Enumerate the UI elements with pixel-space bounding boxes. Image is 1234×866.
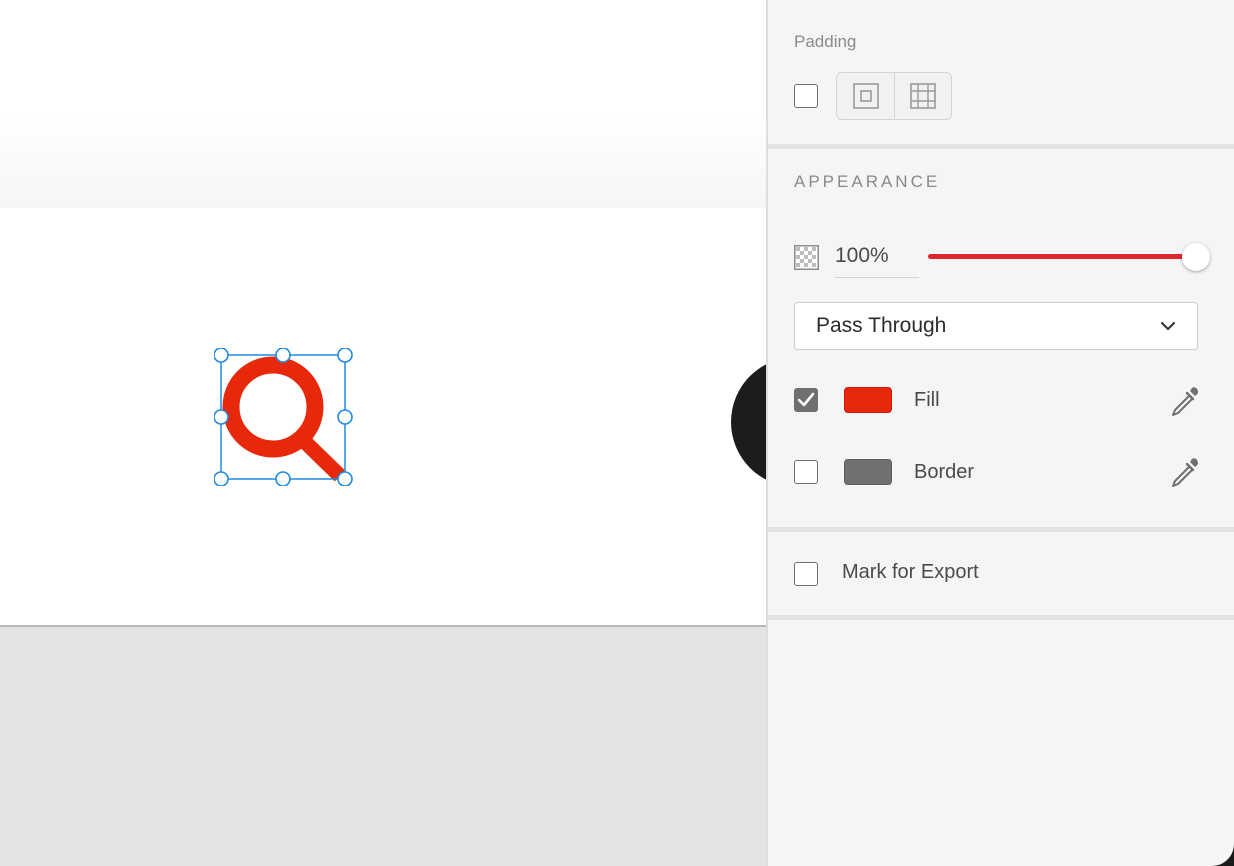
chevron-down-icon <box>1160 321 1176 331</box>
opacity-slider-thumb[interactable] <box>1182 243 1210 271</box>
design-canvas[interactable] <box>0 0 766 866</box>
section-divider <box>768 144 1234 149</box>
opacity-slider[interactable] <box>928 240 1212 274</box>
app-window: Padding APPEARANCE 100% Pass Through Fil… <box>0 0 1234 866</box>
fill-checkbox[interactable] <box>794 388 818 412</box>
resize-handle-top-right <box>337 348 353 363</box>
resize-handle-left <box>214 409 229 425</box>
fill-color-swatch[interactable] <box>844 387 892 413</box>
padding-uniform-icon <box>852 82 879 109</box>
property-inspector: Padding APPEARANCE 100% Pass Through Fil… <box>766 0 1234 866</box>
border-color-swatch[interactable] <box>844 459 892 485</box>
opacity-input[interactable]: 100% <box>835 242 919 278</box>
section-divider <box>768 527 1234 532</box>
opacity-slider-track <box>928 254 1194 259</box>
artboard[interactable] <box>0 208 766 627</box>
resize-handle-right <box>337 409 353 425</box>
resize-handle-top-left <box>214 348 229 363</box>
eyedropper-icon[interactable] <box>1168 455 1202 489</box>
border-label: Border <box>914 461 975 483</box>
padding-mode-toggle <box>836 72 952 120</box>
section-divider <box>768 615 1234 620</box>
resize-handle-bottom-right <box>337 471 353 486</box>
eyedropper-icon[interactable] <box>1168 384 1202 418</box>
selected-magnifier-layer[interactable] <box>214 348 360 486</box>
mark-for-export-label: Mark for Export <box>842 561 979 583</box>
border-checkbox[interactable] <box>794 460 818 484</box>
blend-mode-dropdown[interactable]: Pass Through <box>794 302 1198 350</box>
padding-label: Padding <box>794 32 857 51</box>
mark-for-export-checkbox[interactable] <box>794 562 818 586</box>
magnifier-icon <box>222 356 346 482</box>
checkerboard-opacity-icon <box>794 245 819 270</box>
blend-mode-value: Pass Through <box>816 314 947 337</box>
checkmark-icon <box>797 392 815 407</box>
padding-independent-button[interactable] <box>894 73 951 118</box>
appearance-section-title: APPEARANCE <box>794 172 941 191</box>
padding-uniform-button[interactable] <box>837 73 894 118</box>
resize-handle-top <box>275 348 291 363</box>
fill-label: Fill <box>914 389 940 411</box>
resize-handle-bottom <box>275 471 291 486</box>
artboard-header-area <box>0 0 766 208</box>
resize-handle-bottom-left <box>214 471 229 486</box>
padding-checkbox[interactable] <box>794 84 818 108</box>
padding-independent-icon <box>910 82 936 109</box>
